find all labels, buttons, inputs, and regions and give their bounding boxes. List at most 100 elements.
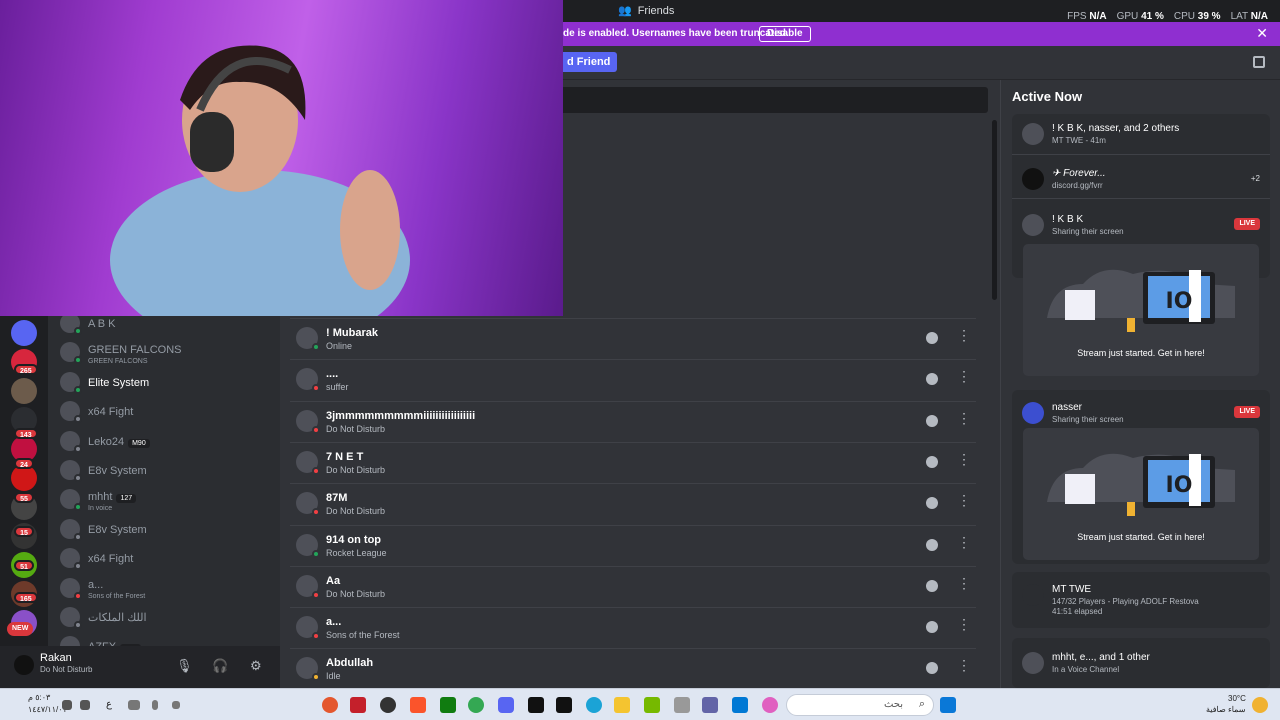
friend-name: 7 N E T: [326, 450, 364, 463]
speaker-icon[interactable]: [62, 700, 72, 710]
friend-row[interactable]: 3jmmmmmmmmmiiiiiiiiiiiiiiiii Do Not Distu…: [290, 400, 976, 442]
dm-item[interactable]: Elite System: [60, 370, 149, 394]
more-options-icon[interactable]: ⋮: [957, 452, 971, 466]
dm-item[interactable]: E8v System: [60, 458, 147, 482]
app-icon[interactable]: [322, 697, 338, 713]
server-icon[interactable]: [11, 378, 37, 404]
stream-caption: Stream just started. Get in here!: [1077, 348, 1205, 358]
copilot-icon[interactable]: [762, 697, 778, 713]
language-indicator[interactable]: ع: [106, 699, 112, 710]
friend-status: Do Not Disturb: [326, 506, 386, 517]
dm-item[interactable]: اللك الملكات: [60, 605, 147, 629]
new-group-dm-icon[interactable]: [1253, 56, 1265, 68]
unread-badge: 55: [14, 492, 34, 503]
dm-item[interactable]: E8v System: [60, 517, 147, 541]
dm-item[interactable]: x64 Fight: [60, 399, 133, 424]
mic-icon[interactable]: [152, 700, 158, 710]
network-icon[interactable]: [80, 700, 90, 710]
dm-item[interactable]: x64 Fight: [60, 546, 133, 571]
activity-card[interactable]: mhht, e..., and 1 other In a Voice Chann…: [1012, 638, 1270, 688]
windows-start-icon[interactable]: [940, 697, 956, 713]
app-icon[interactable]: [674, 697, 690, 713]
dm-subtext: GREEN FALCONS: [88, 357, 148, 365]
avatar: [60, 401, 82, 424]
avatar: [60, 460, 82, 482]
more-options-icon[interactable]: ⋮: [957, 411, 971, 425]
stream-preview[interactable]: IO Stream just started. Get in here!: [1023, 428, 1259, 560]
more-options-icon[interactable]: ⋮: [957, 576, 971, 590]
message-icon[interactable]: [926, 497, 938, 510]
message-icon[interactable]: [926, 538, 938, 551]
headphones-icon[interactable]: 🎧: [212, 658, 228, 674]
dm-name: A B K: [88, 318, 116, 330]
brave-icon[interactable]: [410, 697, 426, 713]
xbox-icon[interactable]: [440, 697, 456, 713]
microphone-icon[interactable]: 🎙: [176, 658, 193, 674]
taskbar-search[interactable]: بحث ⌕: [786, 694, 934, 716]
active-now-panel: Active Now ! K B K, nasser, and 2 others…: [1000, 80, 1280, 688]
friend-row[interactable]: 87M Do Not Disturb ⋮: [290, 483, 976, 524]
message-icon[interactable]: [926, 621, 938, 634]
keyboard-icon[interactable]: [128, 700, 140, 710]
unread-badge: 265: [14, 364, 38, 375]
message-icon[interactable]: [926, 455, 938, 468]
more-options-icon[interactable]: ⋮: [957, 617, 971, 631]
friend-row[interactable]: Aa Do Not Disturb ⋮: [290, 565, 976, 607]
search-input[interactable]: [560, 87, 988, 113]
message-icon[interactable]: [926, 414, 938, 427]
tiktok-icon[interactable]: [528, 697, 544, 713]
friend-name: a...: [326, 616, 342, 629]
more-options-icon[interactable]: ⋮: [957, 328, 971, 342]
dm-item[interactable]: Leko24 M90: [60, 429, 150, 453]
nvidia-icon[interactable]: [644, 697, 660, 713]
folder-icon[interactable]: [614, 697, 630, 713]
friend-name: 914 on top: [326, 533, 382, 546]
friend-row[interactable]: 7 N E T Do Not Disturb ⋮: [290, 441, 976, 483]
app-icon[interactable]: [380, 697, 396, 713]
message-icon[interactable]: [926, 662, 938, 675]
weather-temp: 30°C: [1228, 694, 1246, 703]
avatar: [296, 574, 320, 599]
dm-item[interactable]: GREEN FALCONS GREEN FALCONS: [60, 340, 182, 365]
teams-icon[interactable]: [702, 697, 718, 713]
stream-preview[interactable]: IO Stream just started. Get in here!: [1023, 244, 1259, 376]
gear-icon[interactable]: ⚙: [250, 658, 262, 674]
more-options-icon[interactable]: ⋮: [957, 535, 971, 549]
status-dot: [74, 621, 82, 629]
dm-item[interactable]: mhht 127 In voice: [60, 487, 137, 512]
direct-messages-list: A B K GREEN FALCONS GREEN FALCONS Elite Sys…: [48, 313, 280, 659]
chevron-up-icon[interactable]: [172, 701, 180, 709]
dm-tag: 127: [116, 493, 137, 503]
add-friend-button[interactable]: d Friend: [560, 52, 618, 72]
avatar[interactable]: [14, 655, 34, 675]
chrome-icon[interactable]: [468, 697, 484, 713]
avatar: [296, 409, 320, 434]
friend-row[interactable]: .... suffer ⋮: [290, 359, 976, 400]
friend-row[interactable]: Abdullah Idle ⋮: [290, 648, 976, 689]
dm-item[interactable]: a... Sons of the Forest: [60, 576, 145, 600]
activity-card[interactable]: MT TWE 147/32 Players - Playing ADOLF Re…: [1012, 572, 1270, 628]
server-icon[interactable]: [11, 320, 37, 346]
edge-icon[interactable]: [586, 697, 602, 713]
weather-moon-icon[interactable]: [1252, 697, 1268, 713]
friend-row[interactable]: ! Mubarak Online ⋮: [290, 318, 976, 359]
app-icon[interactable]: [350, 697, 366, 713]
disable-button[interactable]: Disable: [759, 26, 811, 42]
friend-row[interactable]: 914 on top Rocket League ⋮: [290, 524, 976, 566]
unread-badge: 51: [14, 560, 34, 571]
close-icon[interactable]: ✕: [1256, 25, 1268, 42]
svg-text:IO: IO: [1166, 289, 1193, 314]
outlook-icon[interactable]: [732, 697, 748, 713]
friend-name: 87M: [326, 492, 348, 505]
avatar: [296, 616, 320, 641]
more-options-icon[interactable]: ⋮: [957, 493, 971, 507]
more-options-icon[interactable]: ⋮: [957, 658, 971, 672]
more-options-icon[interactable]: ⋮: [957, 369, 971, 383]
scrollbar[interactable]: [992, 120, 997, 300]
discord-icon[interactable]: [498, 697, 514, 713]
message-icon[interactable]: [926, 332, 938, 344]
friend-row[interactable]: a... Sons of the Forest ⋮: [290, 607, 976, 648]
message-icon[interactable]: [926, 579, 938, 592]
message-icon[interactable]: [926, 373, 938, 386]
capcut-icon[interactable]: [556, 697, 572, 713]
